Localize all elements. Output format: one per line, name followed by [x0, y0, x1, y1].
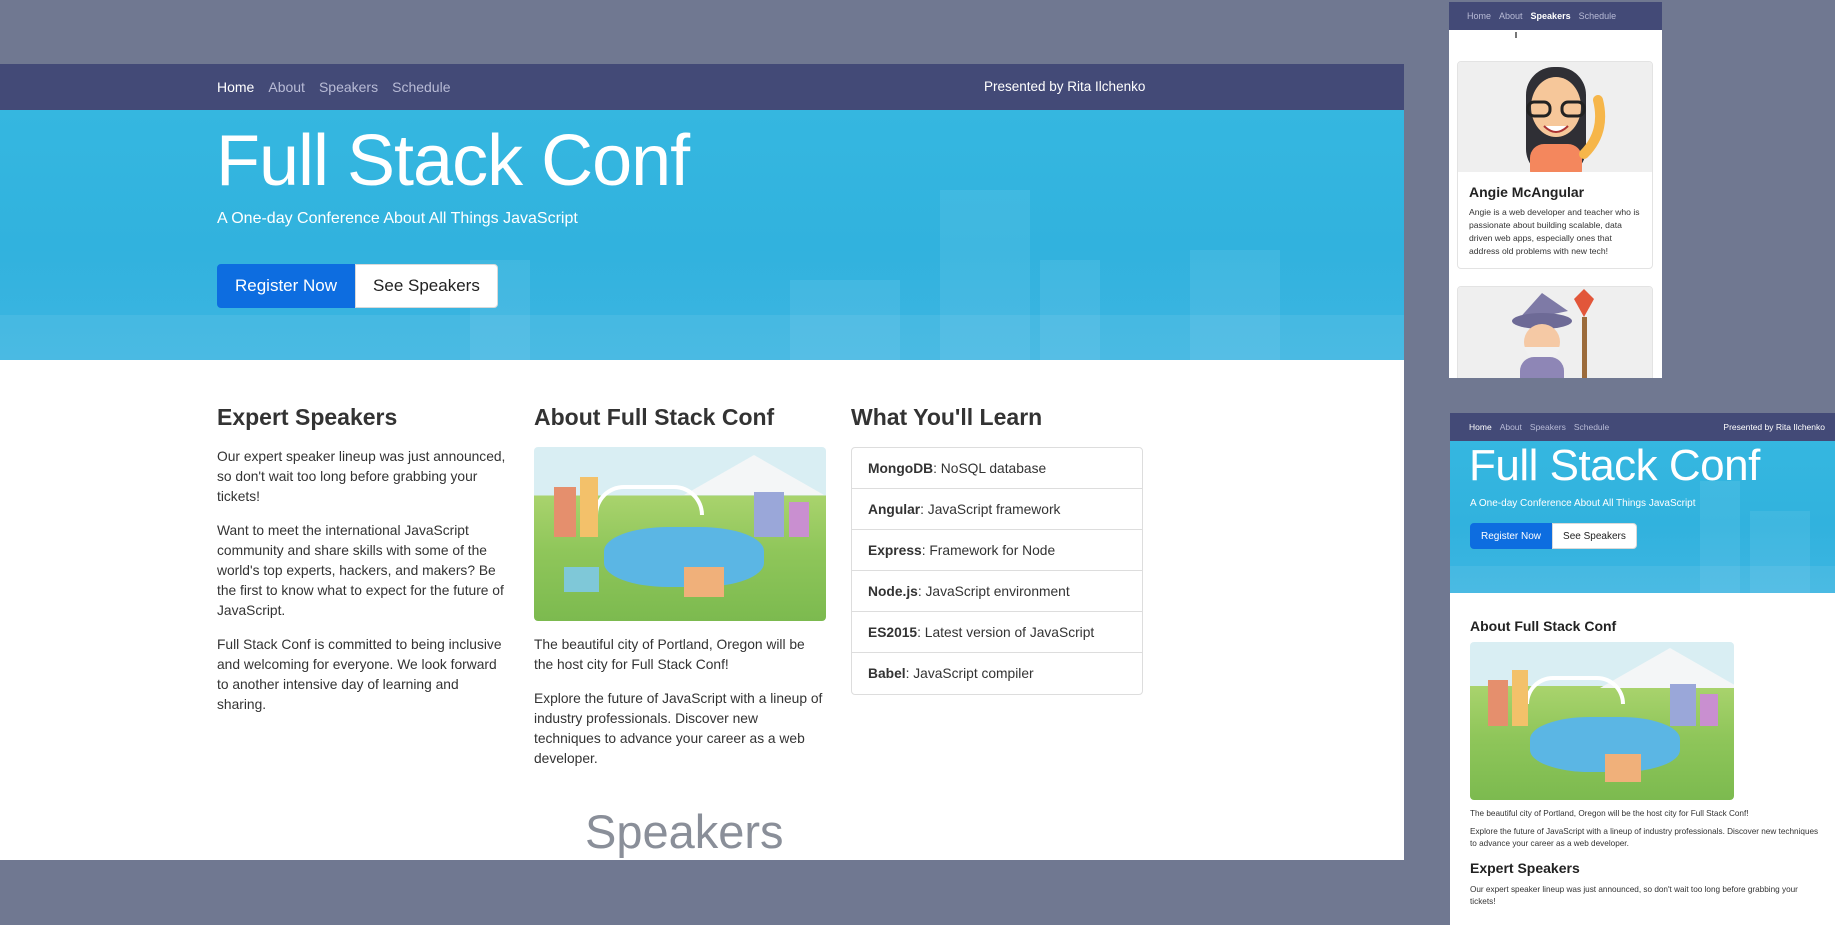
nav-about-link[interactable]: About [1499, 11, 1523, 21]
hero-title: Full Stack Conf [1469, 441, 1760, 490]
nav-about-link[interactable]: About [268, 79, 305, 95]
speaker-bio: Angie is a web developer and teacher who… [1469, 207, 1640, 256]
learn-list: MongoDB: NoSQL database Angular: JavaScr… [851, 447, 1143, 695]
tablet-window: Home About Speakers Schedule Presented b… [1450, 413, 1835, 925]
hero-banner: Full Stack Conf A One-day Conference Abo… [1450, 441, 1835, 593]
learn-desc: : JavaScript compiler [905, 666, 1034, 681]
hero-button-group: Register Now See Speakers [1470, 523, 1637, 549]
see-speakers-button[interactable]: See Speakers [1552, 523, 1637, 549]
nav-home-link[interactable]: Home [1469, 422, 1492, 432]
learn-desc: : JavaScript framework [920, 501, 1061, 517]
expert-speakers-paragraph: Our expert speaker lineup was just annou… [1470, 885, 1798, 906]
mobile-navbar: Home About Speakers Schedule [1449, 2, 1662, 30]
learn-term: Express [868, 542, 922, 558]
presented-by-text: Presented by Rita Ilchenko [984, 79, 1146, 94]
tablet-navbar: Home About Speakers Schedule Presented b… [1450, 413, 1835, 441]
hero-subtitle: A One-day Conference About All Things Ja… [1470, 498, 1696, 509]
learn-column: What You'll Learn MongoDB: NoSQL databas… [851, 404, 1143, 695]
speaker-portrait-wizard-icon [1458, 287, 1652, 378]
nav-schedule-link[interactable]: Schedule [1574, 422, 1609, 432]
about-column: About Full Stack Conf The beautiful city… [534, 404, 826, 783]
mobile-window: Home About Speakers Schedule Angie McAng… [1449, 2, 1662, 378]
tablet-nav-links: Home About Speakers Schedule [1469, 413, 1609, 441]
city-illustration-icon [534, 447, 826, 621]
main-navbar: Home About Speakers Schedule Presented b… [0, 64, 1404, 110]
about-heading: About Full Stack Conf [534, 404, 775, 430]
register-now-button[interactable]: Register Now [217, 264, 356, 308]
nav-about-link[interactable]: About [1500, 422, 1522, 432]
learn-desc: : JavaScript environment [917, 583, 1070, 599]
main-nav-links: Home About Speakers Schedule [217, 64, 451, 110]
about-paragraph: The beautiful city of Portland, Oregon w… [534, 637, 805, 672]
mobile-nav-links: Home About Speakers Schedule [1467, 2, 1616, 30]
learn-desc: : NoSQL database [933, 460, 1047, 476]
list-item: Node.js: JavaScript environment [852, 571, 1142, 612]
hero-subtitle: A One-day Conference About All Things Ja… [217, 210, 578, 227]
learn-term: MongoDB [868, 460, 934, 476]
learn-term: Node.js [868, 583, 918, 599]
speakers-section-heading: Speakers [585, 805, 784, 858]
expert-speakers-paragraph: Our expert speaker lineup was just annou… [217, 449, 506, 504]
learn-desc: : Framework for Node [921, 542, 1056, 558]
register-now-button[interactable]: Register Now [1470, 523, 1553, 549]
list-item: Express: Framework for Node [852, 530, 1142, 571]
nav-schedule-link[interactable]: Schedule [1579, 11, 1617, 21]
learn-desc: : Latest version of JavaScript [917, 624, 1095, 640]
learn-heading: What You'll Learn [851, 404, 1043, 430]
nav-schedule-link[interactable]: Schedule [392, 79, 450, 95]
nav-speakers-link[interactable]: Speakers [1531, 11, 1571, 21]
list-item: MongoDB: NoSQL database [852, 448, 1142, 489]
speaker-card[interactable]: Angie McAngular Angie is a web developer… [1457, 61, 1653, 269]
hero-button-group: Register Now See Speakers [217, 264, 498, 308]
skyline-base [1450, 566, 1835, 593]
about-paragraph: The beautiful city of Portland, Oregon w… [1470, 809, 1749, 818]
speaker-name: Angie McAngular [1469, 184, 1585, 200]
list-item: Babel: JavaScript compiler [852, 653, 1142, 694]
expert-speakers-paragraph: Want to meet the international JavaScrip… [217, 523, 504, 618]
nav-home-link[interactable]: Home [1467, 11, 1491, 21]
expert-speakers-heading: Expert Speakers [217, 404, 398, 430]
learn-term: Angular [868, 501, 921, 517]
expert-speakers-column: Expert Speakers Our expert speaker lineu… [217, 404, 509, 729]
speaker-portrait-angie-icon [1458, 62, 1652, 184]
nav-home-link[interactable]: Home [217, 79, 254, 95]
about-paragraph: Explore the future of JavaScript with a … [1470, 827, 1819, 848]
about-heading: About Full Stack Conf [1470, 618, 1617, 634]
nav-speakers-link[interactable]: Speakers [1530, 422, 1566, 432]
hero-banner: Full Stack Conf A One-day Conference Abo… [0, 110, 1404, 360]
skyline-base [0, 315, 1404, 360]
expert-speakers-paragraph: Full Stack Conf is committed to being in… [217, 637, 502, 712]
city-illustration-icon [1470, 642, 1734, 800]
clipped-text-fragment [1515, 32, 1517, 38]
nav-speakers-link[interactable]: Speakers [319, 79, 378, 95]
learn-term: Babel [868, 666, 906, 681]
learn-term: ES2015 [868, 624, 918, 640]
hero-title: Full Stack Conf [216, 121, 690, 201]
presented-by-text: Presented by Rita Ilchenko [1723, 422, 1825, 432]
expert-speakers-heading: Expert Speakers [1470, 860, 1580, 876]
see-speakers-button[interactable]: See Speakers [355, 264, 498, 308]
list-item: Angular: JavaScript framework [852, 489, 1142, 530]
tablet-content: About Full Stack Conf The beautiful city… [1470, 618, 1820, 914]
desktop-window: Home About Speakers Schedule Presented b… [0, 64, 1404, 860]
about-paragraph: Explore the future of JavaScript with a … [534, 691, 823, 766]
speaker-card[interactable] [1457, 286, 1653, 378]
list-item: ES2015: Latest version of JavaScript [852, 612, 1142, 653]
